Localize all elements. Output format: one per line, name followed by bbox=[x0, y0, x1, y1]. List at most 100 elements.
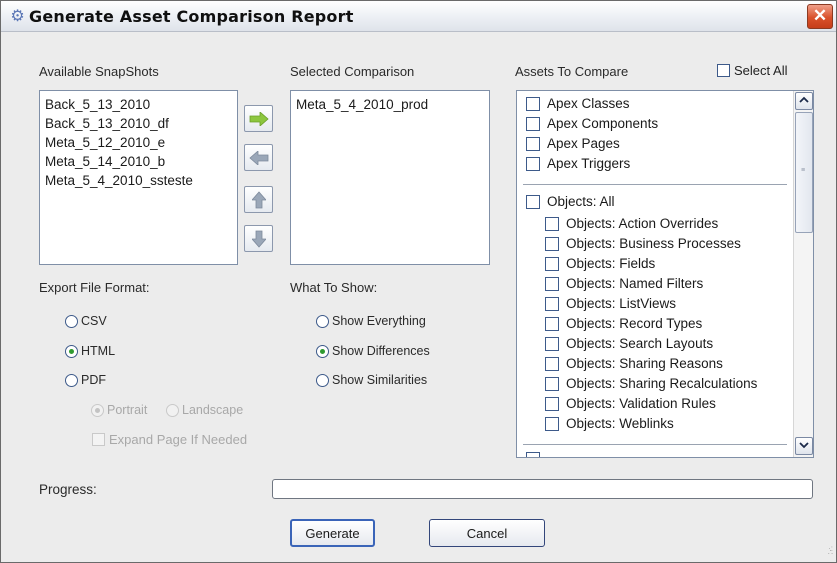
arrow-up-icon bbox=[251, 190, 266, 208]
asset-label: Objects: All bbox=[547, 194, 615, 209]
checkbox-box[interactable] bbox=[545, 296, 559, 311]
asset-label: Objects: Sharing Reasons bbox=[566, 356, 723, 371]
asset-label: Apex Pages bbox=[547, 136, 620, 151]
available-snapshots-list[interactable]: Back_5_13_2010 Back_5_13_2010_df Meta_5_… bbox=[39, 90, 238, 265]
asset-label: Objects: Named Filters bbox=[566, 276, 704, 291]
list-item[interactable]: Meta_5_4_2010_ssteste bbox=[40, 171, 237, 190]
asset-item-apex-triggers[interactable]: Apex Triggers bbox=[526, 156, 630, 171]
checkbox-box[interactable] bbox=[545, 276, 559, 291]
checkbox-box[interactable] bbox=[526, 116, 540, 131]
what-to-show-label: What To Show: bbox=[290, 280, 378, 295]
checkbox-box[interactable] bbox=[526, 136, 540, 151]
group-divider bbox=[523, 444, 787, 445]
radio-circle[interactable] bbox=[316, 314, 329, 328]
radio-label: CSV bbox=[81, 314, 107, 328]
asset-item-fields[interactable]: Objects: Fields bbox=[545, 256, 655, 271]
scroll-thumb[interactable]: ≡ bbox=[795, 112, 813, 233]
asset-item-record-types[interactable]: Objects: Record Types bbox=[545, 316, 702, 331]
radio-portrait[interactable]: Portrait bbox=[91, 403, 147, 417]
checkbox-box[interactable] bbox=[526, 156, 540, 171]
asset-item-business-processes[interactable]: Objects: Business Processes bbox=[545, 236, 741, 251]
list-item[interactable]: Meta_5_14_2010_b bbox=[40, 152, 237, 171]
remove-from-comparison-button[interactable] bbox=[244, 144, 273, 171]
checkbox-box[interactable] bbox=[545, 336, 559, 351]
checkbox-box[interactable] bbox=[526, 452, 540, 457]
radio-circle[interactable] bbox=[65, 344, 78, 358]
asset-label: Objects: Search Layouts bbox=[566, 336, 714, 351]
radio-circle[interactable] bbox=[65, 373, 78, 387]
window-title: Generate Asset Comparison Report bbox=[29, 7, 354, 26]
radio-circle[interactable] bbox=[316, 373, 329, 387]
radio-html[interactable]: HTML bbox=[65, 344, 115, 358]
expand-page-checkbox[interactable]: Expand Page If Needed bbox=[92, 432, 247, 447]
radio-pdf[interactable]: PDF bbox=[65, 373, 106, 387]
radio-label: Landscape bbox=[182, 403, 244, 417]
scroll-down-button[interactable] bbox=[795, 437, 813, 455]
checkbox-box[interactable] bbox=[717, 64, 730, 77]
title-bar[interactable]: ⚙ Generate Asset Comparison Report ✕ bbox=[1, 1, 836, 32]
asset-item-action-overrides[interactable]: Objects: Action Overrides bbox=[545, 216, 718, 231]
checkbox-box[interactable] bbox=[526, 194, 540, 209]
asset-item-validation-rules[interactable]: Objects: Validation Rules bbox=[545, 396, 716, 411]
radio-circle[interactable] bbox=[91, 403, 104, 417]
generate-button[interactable]: Generate bbox=[290, 519, 375, 547]
asset-item-listviews[interactable]: Objects: ListViews bbox=[545, 296, 676, 311]
asset-item-search-layouts[interactable]: Objects: Search Layouts bbox=[545, 336, 713, 351]
radio-circle[interactable] bbox=[166, 403, 179, 417]
radio-show-differences[interactable]: Show Differences bbox=[316, 344, 430, 358]
asset-item-weblinks[interactable]: Objects: Weblinks bbox=[545, 416, 674, 431]
list-item[interactable]: Meta_5_4_2010_prod bbox=[291, 95, 489, 114]
move-down-button[interactable] bbox=[244, 225, 273, 252]
select-all-checkbox[interactable]: Select All bbox=[717, 63, 787, 78]
list-item[interactable]: Meta_5_12_2010_e bbox=[40, 133, 237, 152]
asset-label: Apex Classes bbox=[547, 96, 630, 111]
add-to-comparison-button[interactable] bbox=[244, 105, 273, 132]
checkbox-box[interactable] bbox=[545, 376, 559, 391]
asset-label: Objects: Fields bbox=[566, 256, 656, 271]
checkbox-box[interactable] bbox=[545, 396, 559, 411]
arrow-down-icon bbox=[251, 230, 266, 248]
cancel-button[interactable]: Cancel bbox=[429, 519, 545, 547]
radio-show-everything[interactable]: Show Everything bbox=[316, 314, 426, 328]
checkbox-box[interactable] bbox=[526, 96, 540, 111]
asset-label: Objects: Record Types bbox=[566, 316, 703, 331]
radio-label: Show Everything bbox=[332, 314, 426, 328]
progress-bar bbox=[272, 479, 813, 499]
asset-label: Objects: Weblinks bbox=[566, 416, 674, 431]
arrow-left-icon bbox=[248, 150, 268, 165]
asset-item-named-filters[interactable]: Objects: Named Filters bbox=[545, 276, 703, 291]
radio-circle[interactable] bbox=[316, 344, 329, 358]
checkbox-box[interactable] bbox=[545, 216, 559, 231]
checkbox-box[interactable] bbox=[545, 316, 559, 331]
available-snapshots-label: Available SnapShots bbox=[39, 64, 159, 79]
assets-scrollbar[interactable]: ≡ bbox=[793, 91, 813, 457]
radio-label: Portrait bbox=[107, 403, 148, 417]
asset-item-objects-all[interactable]: Objects: All bbox=[526, 194, 615, 209]
resize-grip-icon[interactable]: ·: ∴ bbox=[821, 545, 833, 559]
asset-item-apex-components[interactable]: Apex Components bbox=[526, 116, 658, 131]
asset-item-apex-pages[interactable]: Apex Pages bbox=[526, 136, 620, 151]
radio-circle[interactable] bbox=[65, 314, 78, 328]
checkbox-box[interactable] bbox=[545, 236, 559, 251]
list-item[interactable]: Back_5_13_2010_df bbox=[40, 114, 237, 133]
scroll-up-button[interactable] bbox=[795, 92, 813, 110]
asset-item-sharing-reasons[interactable]: Objects: Sharing Reasons bbox=[545, 356, 723, 371]
checkbox-box[interactable] bbox=[92, 433, 105, 446]
list-item[interactable]: Back_5_13_2010 bbox=[40, 95, 237, 114]
checkbox-box[interactable] bbox=[545, 356, 559, 371]
asset-item-sharing-recalculations[interactable]: Objects: Sharing Recalculations bbox=[545, 376, 757, 391]
selected-comparison-list[interactable]: Meta_5_4_2010_prod bbox=[290, 90, 490, 265]
move-up-button[interactable] bbox=[244, 186, 273, 213]
asset-item-partial[interactable] bbox=[526, 452, 547, 457]
radio-show-similarities[interactable]: Show Similarities bbox=[316, 373, 427, 387]
assets-list[interactable]: Apex Classes Apex Components Apex Pages … bbox=[516, 90, 814, 458]
checkbox-box[interactable] bbox=[545, 256, 559, 271]
radio-label: Show Similarities bbox=[332, 373, 428, 387]
asset-item-apex-classes[interactable]: Apex Classes bbox=[526, 96, 630, 111]
asset-label: Objects: Action Overrides bbox=[566, 216, 719, 231]
radio-csv[interactable]: CSV bbox=[65, 314, 107, 328]
radio-landscape[interactable]: Landscape bbox=[166, 403, 243, 417]
chevron-up-icon bbox=[799, 96, 809, 103]
checkbox-box[interactable] bbox=[545, 416, 559, 431]
close-button[interactable]: ✕ bbox=[807, 4, 833, 29]
